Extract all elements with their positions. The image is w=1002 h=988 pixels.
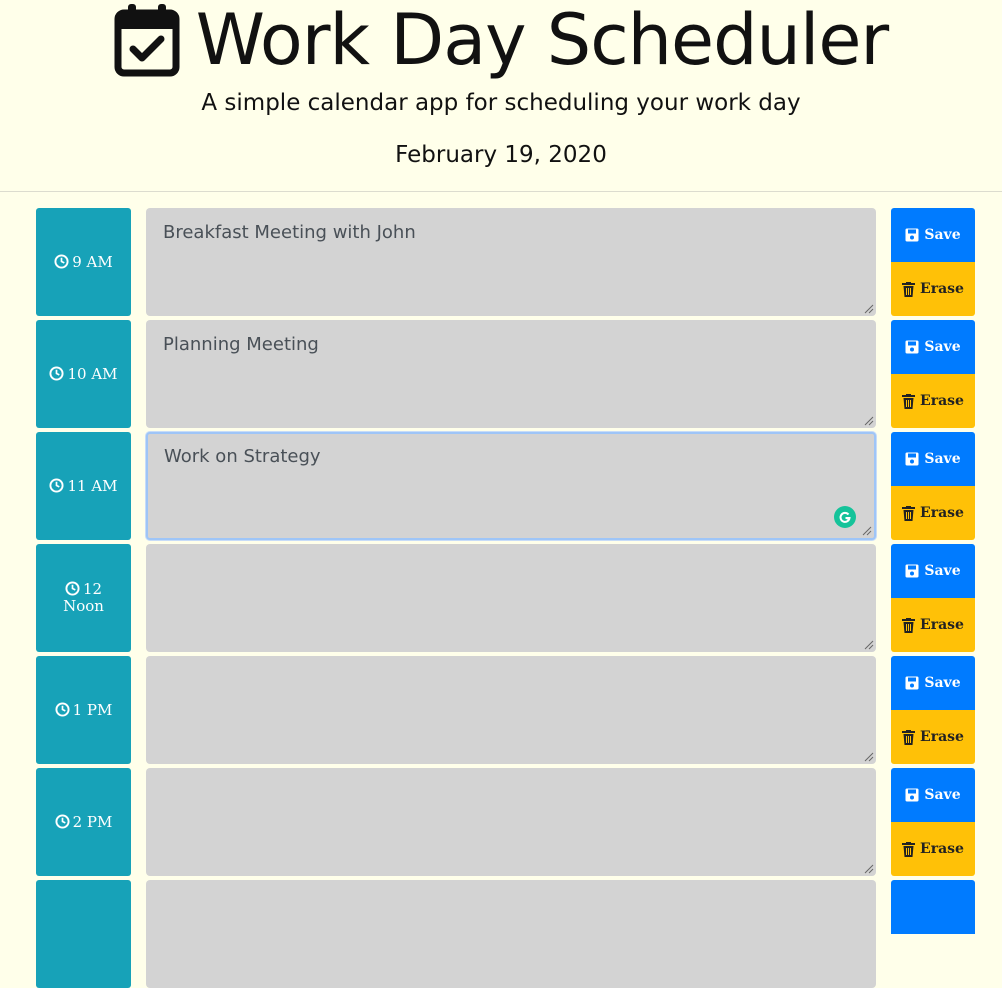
time-block-row: 10 AM Planning Meeting Save Erase (0, 320, 1002, 428)
trash-icon (902, 729, 916, 745)
clock-icon (55, 701, 70, 717)
save-button[interactable]: Save (891, 544, 975, 598)
trash-icon (902, 617, 916, 633)
trash-icon (902, 841, 916, 857)
trash-icon (902, 281, 916, 297)
clock-icon (49, 365, 64, 381)
hour-text: 10 AM (67, 364, 118, 383)
resize-grip-icon[interactable] (864, 752, 874, 762)
resize-grip-icon[interactable] (864, 864, 874, 874)
hour-label: 11 AM (36, 432, 131, 540)
clock-icon (49, 477, 64, 493)
save-button[interactable]: Save (891, 656, 975, 710)
erase-label: Erase (920, 281, 964, 297)
resize-grip-icon[interactable] (862, 526, 872, 536)
erase-button[interactable]: Erase (891, 486, 975, 540)
event-text: Planning Meeting (163, 334, 319, 355)
save-button[interactable] (891, 880, 975, 934)
erase-button[interactable]: Erase (891, 598, 975, 652)
event-textarea[interactable] (146, 880, 876, 988)
time-block-row: 9 AM Breakfast Meeting with John Save Er… (0, 208, 1002, 316)
erase-label: Erase (920, 617, 964, 633)
event-textarea[interactable]: Work on Strategy (146, 432, 876, 540)
hour-label: 9 AM (36, 208, 131, 316)
event-textarea[interactable] (146, 768, 876, 876)
page-subtitle: A simple calendar app for scheduling you… (201, 90, 801, 116)
save-button[interactable]: Save (891, 208, 975, 262)
save-label: Save (924, 787, 961, 803)
time-block-row: 2 PM Save Erase (0, 768, 1002, 876)
clock-icon (55, 813, 70, 829)
clock-icon (54, 253, 69, 269)
time-block-row: 12 Noon Save Erase (0, 544, 1002, 652)
time-block-row: 11 AM Work on Strategy Save Erase (0, 432, 1002, 540)
hour-label: 10 AM (36, 320, 131, 428)
erase-label: Erase (920, 729, 964, 745)
hour-label (36, 880, 131, 988)
time-block-row (0, 880, 1002, 988)
hour-label: 1 PM (36, 656, 131, 764)
floppy-disk-icon (905, 452, 919, 466)
event-text: Breakfast Meeting with John (163, 222, 416, 243)
event-textarea[interactable]: Planning Meeting (146, 320, 876, 428)
floppy-disk-icon (905, 340, 919, 354)
erase-button[interactable]: Erase (891, 374, 975, 428)
event-textarea[interactable] (146, 656, 876, 764)
floppy-disk-icon (905, 788, 919, 802)
hour-text: 2 PM (72, 812, 113, 831)
resize-grip-icon[interactable] (864, 304, 874, 314)
save-button[interactable]: Save (891, 432, 975, 486)
page-header: Work Day Scheduler A simple calendar app… (0, 0, 1002, 192)
grammarly-icon[interactable] (834, 506, 856, 528)
save-label: Save (924, 227, 961, 243)
trash-icon (902, 393, 916, 409)
hour-text: 9 AM (72, 252, 113, 271)
erase-button[interactable]: Erase (891, 710, 975, 764)
save-label: Save (924, 675, 961, 691)
resize-grip-icon[interactable] (864, 640, 874, 650)
event-text: Work on Strategy (164, 446, 321, 467)
title-row: Work Day Scheduler (0, 0, 1002, 80)
page-title: Work Day Scheduler (195, 0, 889, 81)
hour-label: 12 Noon (36, 544, 131, 652)
floppy-disk-icon (905, 676, 919, 690)
save-label: Save (924, 451, 961, 467)
hour-text: 12 (82, 580, 103, 598)
event-textarea[interactable]: Breakfast Meeting with John (146, 208, 876, 316)
clock-icon (65, 581, 80, 596)
current-date: February 19, 2020 (395, 142, 607, 168)
floppy-disk-icon (905, 228, 919, 242)
hour-label: 2 PM (36, 768, 131, 876)
resize-grip-icon[interactable] (864, 416, 874, 426)
event-textarea[interactable] (146, 544, 876, 652)
trash-icon (902, 505, 916, 521)
erase-label: Erase (920, 841, 964, 857)
time-block-row: 1 PM Save Erase (0, 656, 1002, 764)
save-label: Save (924, 339, 961, 355)
erase-button[interactable]: Erase (891, 262, 975, 316)
save-button[interactable]: Save (891, 320, 975, 374)
save-label: Save (924, 563, 961, 579)
floppy-disk-icon (905, 564, 919, 578)
calendar-check-icon (114, 4, 180, 77)
hour-text: 1 PM (72, 700, 113, 719)
erase-label: Erase (920, 393, 964, 409)
hour-text-line2: Noon (63, 597, 104, 615)
erase-label: Erase (920, 505, 964, 521)
hour-text: 11 AM (67, 476, 118, 495)
save-button[interactable]: Save (891, 768, 975, 822)
erase-button[interactable]: Erase (891, 822, 975, 876)
